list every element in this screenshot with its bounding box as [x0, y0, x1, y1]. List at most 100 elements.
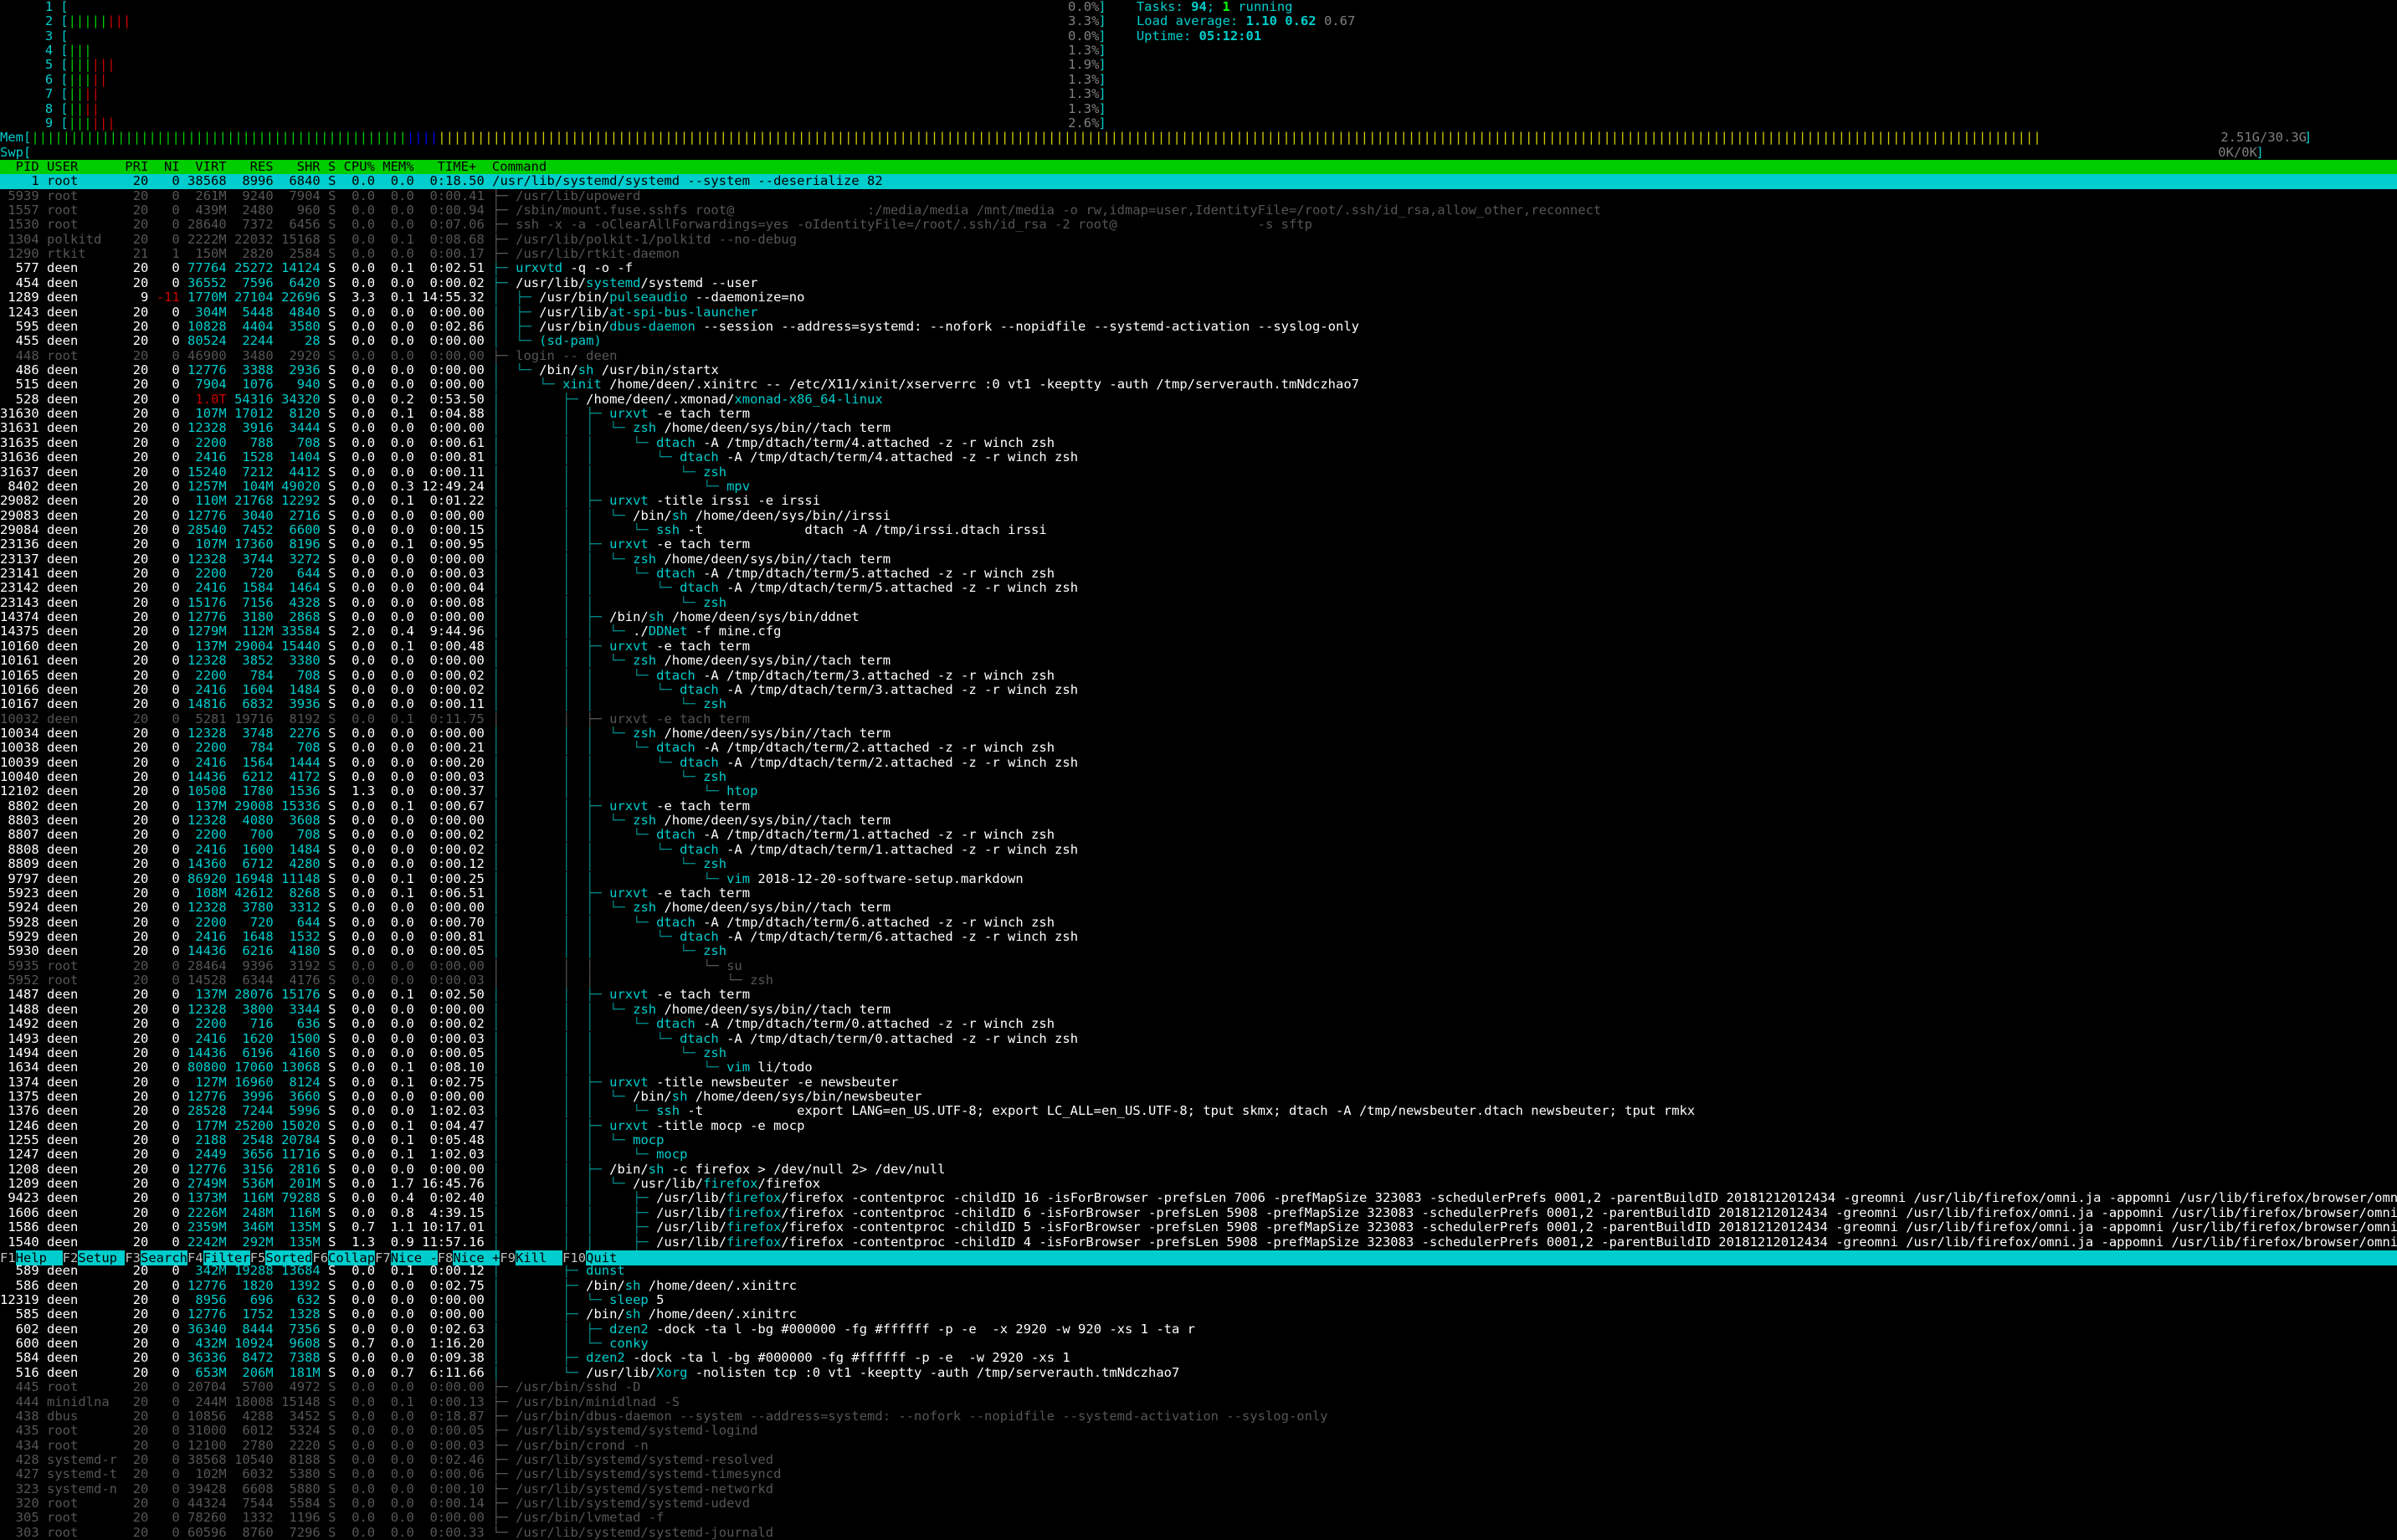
table-row[interactable]: 1289 deen 9 -11 1770M 27104 22696 S 3.3 …	[0, 290, 2397, 305]
table-row[interactable]: 1290 rtkit 21 1 150M 2820 2584 S 0.0 0.0…	[0, 247, 2397, 261]
table-row[interactable]: 1634 deen 20 0 80800 17060 13068 S 0.0 0…	[0, 1060, 2397, 1075]
fnkey-f5[interactable]: F5	[249, 1250, 266, 1265]
table-row[interactable]: 435 root 20 0 31000 6012 5324 S 0.0 0.0 …	[0, 1424, 2397, 1438]
table-row[interactable]: 1586 deen 20 0 2359M 346M 135M S 0.7 1.1…	[0, 1220, 2397, 1235]
fnlabel-f1[interactable]: Help	[15, 1250, 63, 1265]
fnkey-f8[interactable]: F8	[437, 1250, 454, 1265]
table-row[interactable]: 8807 deen 20 0 2200 700 708 S 0.0 0.0 0:…	[0, 828, 2397, 842]
table-row[interactable]: 320 root 20 0 44324 7544 5584 S 0.0 0.0 …	[0, 1496, 2397, 1511]
table-row[interactable]: 602 deen 20 0 36340 8444 7356 S 0.0 0.0 …	[0, 1322, 2397, 1337]
table-row[interactable]: 1255 deen 20 0 2188 2548 20784 S 0.0 0.1…	[0, 1133, 2397, 1147]
table-row[interactable]: 8808 deen 20 0 2416 1600 1484 S 0.0 0.0 …	[0, 843, 2397, 857]
fnlabel-f6[interactable]: Collap	[328, 1250, 376, 1265]
table-row[interactable]: 5935 root 20 0 28464 9396 3192 S 0.0 0.0…	[0, 959, 2397, 973]
fnkey-f6[interactable]: F6	[312, 1250, 329, 1265]
fnlabel-f2[interactable]: Setup	[78, 1250, 126, 1265]
table-row[interactable]: 8809 deen 20 0 14360 6712 4280 S 0.0 0.0…	[0, 857, 2397, 871]
table-row[interactable]: 1493 deen 20 0 2416 1620 1500 S 0.0 0.0 …	[0, 1032, 2397, 1046]
table-row[interactable]: 23137 deen 20 0 12328 3744 3272 S 0.0 0.…	[0, 552, 2397, 567]
table-row[interactable]: 1246 deen 20 0 177M 25200 15020 S 0.0 0.…	[0, 1119, 2397, 1133]
table-row[interactable]: 323 systemd-n 20 0 39428 6608 5880 S 0.0…	[0, 1482, 2397, 1496]
fnkey-f10[interactable]: F10	[562, 1250, 587, 1265]
table-row[interactable]: 12319 deen 20 0 8956 696 632 S 0.0 0.0 0…	[0, 1293, 2397, 1307]
table-row[interactable]: 5930 deen 20 0 14436 6216 4180 S 0.0 0.0…	[0, 944, 2397, 958]
table-row[interactable]: 584 deen 20 0 36336 8472 7388 S 0.0 0.0 …	[0, 1351, 2397, 1365]
table-row[interactable]: 14375 deen 20 0 1279M 112M 33584 S 2.0 0…	[0, 624, 2397, 639]
table-row[interactable]: 23141 deen 20 0 2200 720 644 S 0.0 0.0 0…	[0, 567, 2397, 581]
table-row[interactable]: 10160 deen 20 0 137M 29004 15440 S 0.0 0…	[0, 639, 2397, 654]
table-row[interactable]: 1540 deen 20 0 2242M 292M 135M S 1.3 0.9…	[0, 1235, 2397, 1250]
process-list[interactable]: 1 root 20 0 38568 8996 6840 S 0.0 0.0 0:…	[0, 174, 2397, 1540]
table-row[interactable]: 455 deen 20 0 80524 2244 28 S 0.0 0.0 0:…	[0, 334, 2397, 348]
table-row[interactable]: 9797 deen 20 0 86920 16948 11148 S 0.0 0…	[0, 872, 2397, 886]
table-row[interactable]: 31631 deen 20 0 12328 3916 3444 S 0.0 0.…	[0, 421, 2397, 435]
table-row[interactable]: 1208 deen 20 0 12776 3156 2816 S 0.0 0.0…	[0, 1163, 2397, 1177]
table-row[interactable]: 305 root 20 0 78260 1332 1196 S 0.0 0.0 …	[0, 1511, 2397, 1525]
table-row[interactable]: 589 deen 20 0 342M 19288 13684 S 0.0 0.1…	[0, 1264, 2397, 1278]
table-row[interactable]: 31630 deen 20 0 107M 17012 8120 S 0.0 0.…	[0, 407, 2397, 421]
table-row[interactable]: 515 deen 20 0 7904 1076 940 S 0.0 0.0 0:…	[0, 377, 2397, 392]
fnlabel-f3[interactable]: Search	[141, 1250, 188, 1265]
table-row[interactable]: 29083 deen 20 0 12776 3040 2716 S 0.0 0.…	[0, 509, 2397, 523]
table-row[interactable]: 1492 deen 20 0 2200 716 636 S 0.0 0.0 0:…	[0, 1017, 2397, 1031]
table-row[interactable]: 448 root 20 0 46900 3480 2920 S 0.0 0.0 …	[0, 349, 2397, 363]
function-key-bar[interactable]: F1Help F2Setup F3SearchF4FilterF5SortedF…	[0, 1250, 2397, 1265]
table-row[interactable]: 29084 deen 20 0 28540 7452 6600 S 0.0 0.…	[0, 523, 2397, 537]
table-row[interactable]: 14374 deen 20 0 12776 3180 2868 S 0.0 0.…	[0, 610, 2397, 624]
table-row[interactable]: 427 systemd-t 20 0 102M 6032 5380 S 0.0 …	[0, 1467, 2397, 1481]
table-row[interactable]: 1304 polkitd 20 0 2222M 22032 15168 S 0.…	[0, 233, 2397, 247]
table-row[interactable]: 1487 deen 20 0 137M 28076 15176 S 0.0 0.…	[0, 988, 2397, 1002]
table-row[interactable]: 1494 deen 20 0 14436 6196 4160 S 0.0 0.0…	[0, 1046, 2397, 1060]
table-row[interactable]: 1488 deen 20 0 12328 3800 3344 S 0.0 0.0…	[0, 1003, 2397, 1017]
table-row[interactable]: 10039 deen 20 0 2416 1564 1444 S 0.0 0.0…	[0, 756, 2397, 770]
table-row[interactable]: 445 root 20 0 20704 5700 4972 S 0.0 0.0 …	[0, 1380, 2397, 1394]
table-row[interactable]: 444 minidlna 20 0 244M 18008 15148 S 0.0…	[0, 1395, 2397, 1409]
table-row[interactable]: 303 root 20 0 60596 8760 7296 S 0.0 0.0 …	[0, 1526, 2397, 1540]
table-row[interactable]: 10166 deen 20 0 2416 1604 1484 S 0.0 0.0…	[0, 683, 2397, 697]
table-row[interactable]: 1247 deen 20 0 2449 3656 11716 S 0.0 0.1…	[0, 1147, 2397, 1162]
table-row[interactable]: 31635 deen 20 0 2200 788 708 S 0.0 0.0 0…	[0, 436, 2397, 450]
table-row[interactable]: 1 root 20 0 38568 8996 6840 S 0.0 0.0 0:…	[0, 174, 2397, 189]
table-row[interactable]: 23143 deen 20 0 15176 7156 4328 S 0.0 0.…	[0, 596, 2397, 610]
table-row[interactable]: 8402 deen 20 0 1257M 104M 49020 S 0.0 0.…	[0, 480, 2397, 494]
fnkey-f9[interactable]: F9	[500, 1250, 516, 1265]
table-row[interactable]: 10167 deen 20 0 14816 6832 3936 S 0.0 0.…	[0, 697, 2397, 711]
table-row[interactable]: 454 deen 20 0 36552 7596 6420 S 0.0 0.0 …	[0, 276, 2397, 290]
fnkey-f2[interactable]: F2	[62, 1250, 79, 1265]
table-row[interactable]: 486 deen 20 0 12776 3388 2936 S 0.0 0.0 …	[0, 363, 2397, 377]
table-row[interactable]: 1376 deen 20 0 28528 7244 5996 S 0.0 0.0…	[0, 1104, 2397, 1118]
table-row[interactable]: 5923 deen 20 0 108M 42612 8268 S 0.0 0.1…	[0, 886, 2397, 901]
table-row[interactable]: 9423 deen 20 0 1373M 116M 79288 S 0.0 0.…	[0, 1191, 2397, 1205]
table-row[interactable]: 1375 deen 20 0 12776 3996 3660 S 0.0 0.0…	[0, 1090, 2397, 1104]
fnlabel-f10[interactable]: Quit	[586, 1250, 634, 1265]
table-row[interactable]: 12102 deen 20 0 10508 1780 1536 S 1.3 0.…	[0, 784, 2397, 798]
table-row[interactable]: 10040 deen 20 0 14436 6212 4172 S 0.0 0.…	[0, 770, 2397, 784]
table-row[interactable]: 10032 deen 20 0 5281 19716 8192 S 0.0 0.…	[0, 712, 2397, 726]
fnlabel-f4[interactable]: Filter	[203, 1250, 250, 1265]
fnkey-f1[interactable]: F1	[0, 1250, 16, 1265]
table-row[interactable]: 577 deen 20 0 77764 25272 14124 S 0.0 0.…	[0, 261, 2397, 275]
table-row[interactable]: 10038 deen 20 0 2200 784 708 S 0.0 0.0 0…	[0, 741, 2397, 755]
table-row[interactable]: 5929 deen 20 0 2416 1648 1532 S 0.0 0.0 …	[0, 930, 2397, 944]
table-row[interactable]: 8802 deen 20 0 137M 29008 15336 S 0.0 0.…	[0, 799, 2397, 814]
table-row[interactable]: 23136 deen 20 0 107M 17360 8196 S 0.0 0.…	[0, 537, 2397, 552]
table-row[interactable]: 586 deen 20 0 12776 1820 1392 S 0.0 0.0 …	[0, 1279, 2397, 1293]
table-row[interactable]: 10165 deen 20 0 2200 784 708 S 0.0 0.0 0…	[0, 669, 2397, 683]
table-row[interactable]: 31637 deen 20 0 15240 7212 4412 S 0.0 0.…	[0, 465, 2397, 480]
process-table-header[interactable]: PID USER PRI NI VIRT RES SHR S CPU% MEM%…	[0, 159, 2397, 175]
fnkey-f3[interactable]: F3	[125, 1250, 141, 1265]
table-row[interactable]: 5939 root 20 0 261M 9240 7904 S 0.0 0.0 …	[0, 189, 2397, 203]
fnlabel-f9[interactable]: Kill	[516, 1250, 563, 1265]
table-row[interactable]: 1243 deen 20 0 304M 5448 4840 S 0.0 0.0 …	[0, 305, 2397, 320]
table-row[interactable]: 10161 deen 20 0 12328 3852 3380 S 0.0 0.…	[0, 654, 2397, 668]
table-row[interactable]: 1209 deen 20 0 2749M 536M 201M S 0.0 1.7…	[0, 1177, 2397, 1191]
fnkey-f4[interactable]: F4	[187, 1250, 203, 1265]
fnkey-f7[interactable]: F7	[375, 1250, 391, 1265]
table-row[interactable]: 5924 deen 20 0 12328 3780 3312 S 0.0 0.0…	[0, 901, 2397, 915]
table-row[interactable]: 595 deen 20 0 10828 4404 3580 S 0.0 0.0 …	[0, 320, 2397, 334]
table-row[interactable]: 1606 deen 20 0 2226M 248M 116M S 0.0 0.8…	[0, 1206, 2397, 1220]
table-row[interactable]: 29082 deen 20 0 110M 21768 12292 S 0.0 0…	[0, 494, 2397, 508]
fnlabel-f7[interactable]: Nice -	[390, 1250, 438, 1265]
table-row[interactable]: 516 deen 20 0 653M 206M 181M S 0.0 0.7 6…	[0, 1366, 2397, 1380]
table-row[interactable]: 1530 root 20 0 28640 7372 6456 S 0.0 0.0…	[0, 218, 2397, 232]
